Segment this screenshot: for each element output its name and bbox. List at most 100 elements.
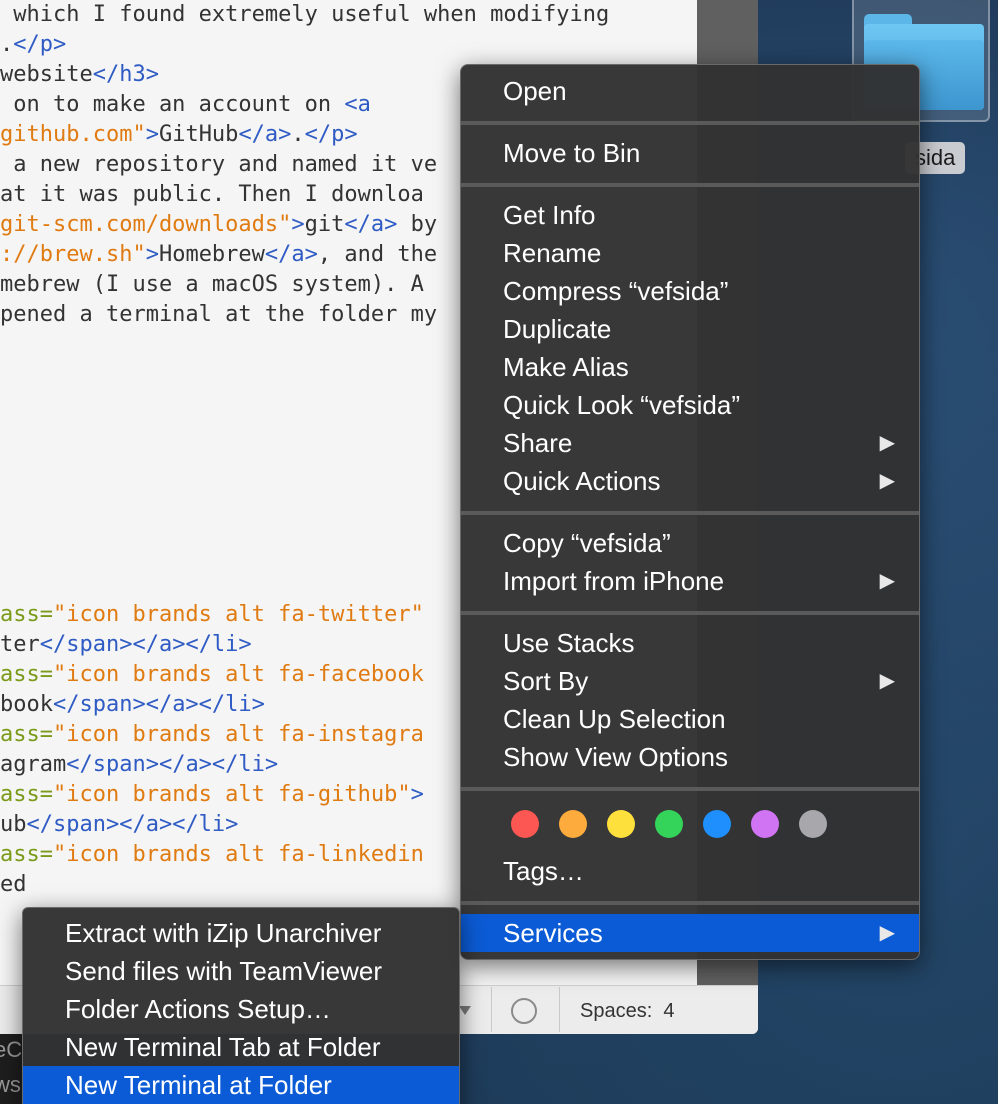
red-tag-icon[interactable] [511,810,539,838]
menu-item-copy-vefsida[interactable]: Copy “vefsida” [461,524,919,562]
code-token: "icon brands alt fa-facebook [52,662,424,687]
code-line: .</p> [0,30,66,60]
indentation-spaces-selector[interactable]: Spaces: 4 [580,996,675,1026]
code-line: ed [0,870,27,900]
services-item-new-terminal-at-folder[interactable]: New Terminal at Folder [23,1066,459,1104]
menu-item-use-stacks[interactable]: Use Stacks [461,624,919,662]
menu-item-label: Share [503,428,573,458]
menu-item-move-to-bin[interactable]: Move to Bin [461,134,919,172]
menu-item-label: Tags… [503,856,584,886]
code-line: a new repository and named it ve [0,150,437,180]
code-token: "icon brands alt fa-instagra [52,722,424,747]
code-line: git-scm.com/downloads">git</a> by [0,210,437,240]
menu-item-quick-look-vefsida[interactable]: Quick Look “vefsida” [461,386,919,424]
code-token: > [291,212,305,237]
green-tag-icon[interactable] [655,810,683,838]
code-token: ub [0,812,27,837]
code-token: "icon brands alt fa-github" [52,782,411,807]
code-token: git-scm.com/downloads" [0,212,292,237]
menu-item-label: Make Alias [503,352,629,382]
menu-separator [461,511,919,515]
code-token: </h3> [92,62,159,87]
code-token: website [0,62,93,87]
menu-item-quick-actions[interactable]: Quick Actions ▶ [461,462,919,500]
menu-item-get-info[interactable]: Get Info [461,196,919,234]
code-token: Homebrew [158,242,265,267]
menu-separator [461,901,919,905]
code-token: > [410,782,424,807]
terminal-text: eC [0,1037,23,1062]
code-line: which I found extremely useful when modi… [0,0,609,30]
menu-separator [461,121,919,125]
code-line: ://brew.sh">Homebrew</a>, and the [0,240,437,270]
menu-item-sort-by[interactable]: Sort By ▶ [461,662,919,700]
menu-item-label: Quick Actions [503,466,661,496]
menu-item-tags[interactable]: Tags… [461,852,919,890]
terminal-text: ws [0,1072,21,1097]
menu-item-label: Compress “vefsida” [503,276,729,306]
submenu-arrow-icon: ▶ [879,432,895,454]
services-item-new-terminal-tab-at-folder[interactable]: New Terminal Tab at Folder [23,1028,459,1066]
code-token: pened a terminal at the folder my [0,302,438,327]
code-token: ass= [0,782,53,807]
menu-item-label: Rename [503,238,602,268]
menu-item-make-alias[interactable]: Make Alias [461,348,919,386]
code-line: ass="icon brands alt fa-linkedin [0,840,424,870]
code-token: ://brew.sh" [0,242,146,267]
code-token: </span></a></li> [26,812,239,837]
code-token: by [397,212,438,237]
context-menu: Open Move to Bin Get Info Rename Compress “v… [460,64,920,960]
services-item-extract-with-izip-unarchiver[interactable]: Extract with iZip Unarchiver [23,914,459,952]
code-line: mebrew (I use a macOS system). A [0,270,424,300]
menu-item-rename[interactable]: Rename [461,234,919,272]
menu-item-label: Quick Look “vefsida” [503,390,740,420]
services-item-folder-actions-setup[interactable]: Folder Actions Setup… [23,990,459,1028]
code-token: at it was public. Then I downloa [0,182,424,207]
code-line: ass="icon brands alt fa-facebook [0,660,424,690]
menu-item-compress-vefsida[interactable]: Compress “vefsida” [461,272,919,310]
menu-item-show-view-options[interactable]: Show View Options [461,738,919,776]
code-line: ter</span></a></li> [0,630,252,660]
code-token: mebrew (I use a macOS system). A [0,272,424,297]
code-line: github.com">GitHub</a>.</p> [0,120,358,150]
menu-separator [461,787,919,791]
code-token: </span></a></li> [52,692,265,717]
purple-tag-icon[interactable] [751,810,779,838]
menu-item-services[interactable]: Services ▶ [461,914,919,952]
gray-tag-icon[interactable] [799,810,827,838]
menu-item-label: Sort By [503,666,589,696]
menu-separator [461,611,919,615]
code-token: </p> [13,32,67,57]
code-token: agram [0,752,67,777]
submenu-arrow-icon: ▶ [879,670,895,692]
dropdown-arrow-icon[interactable] [459,1006,471,1015]
menu-item-share[interactable]: Share ▶ [461,424,919,462]
code-token: ed [0,872,27,897]
code-line: on to make an account on <a [0,90,371,120]
blue-tag-icon[interactable] [703,810,731,838]
menu-item-label: Clean Up Selection [503,704,726,734]
submenu-arrow-icon: ▶ [879,570,895,592]
code-token: </a> [344,212,398,237]
code-token: </p> [304,122,358,147]
menu-item-duplicate[interactable]: Duplicate [461,310,919,348]
menu-item-label: Copy “vefsida” [503,528,671,558]
code-token: > [145,122,159,147]
yellow-tag-icon[interactable] [607,810,635,838]
submenu-arrow-icon: ▶ [879,470,895,492]
menu-item-import-from-iphone[interactable]: Import from iPhone ▶ [461,562,919,600]
menu-item-open[interactable]: Open [461,72,919,110]
code-token: which I found extremely useful when modi… [0,2,610,27]
code-line: pened a terminal at the folder my [0,300,437,330]
code-token: ass= [0,842,53,867]
code-line: website</h3> [0,60,159,90]
menu-item-label: Get Info [503,200,596,230]
code-line: at it was public. Then I downloa [0,180,424,210]
menu-item-clean-up-selection[interactable]: Clean Up Selection [461,700,919,738]
code-token: github.com" [0,122,146,147]
orange-tag-icon[interactable] [559,810,587,838]
code-token: </span></a></li> [66,752,279,777]
code-line: ass="icon brands alt fa-instagra [0,720,424,750]
circle-icon[interactable] [511,998,537,1024]
services-item-send-files-with-teamviewer[interactable]: Send files with TeamViewer [23,952,459,990]
